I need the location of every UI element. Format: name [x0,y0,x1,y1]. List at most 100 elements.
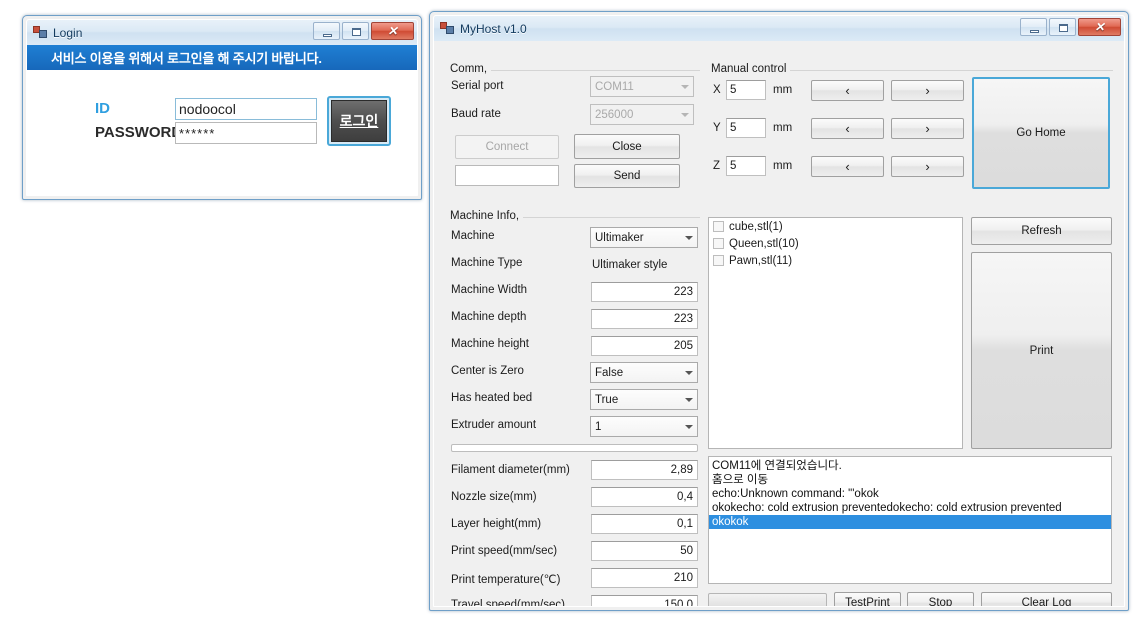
axis-step-input[interactable]: 5 [726,118,766,138]
machine-info-select[interactable]: Ultimaker [590,227,698,248]
maximize-button[interactable] [1049,18,1076,36]
log-line-selected[interactable]: okokok [709,515,1111,529]
machine-info-select[interactable]: True [590,389,698,410]
clear-log-button[interactable]: Clear Log [981,592,1112,606]
file-name: Queen,stl(10) [729,237,799,250]
id-label: ID [95,100,110,117]
machine-info-label: Has heated bed [451,392,533,404]
machine-info-label: Machine height [451,338,529,350]
machine-info-label: Center is Zero [451,365,524,377]
log-line[interactable]: 홈으로 이동 [709,473,1111,487]
minimize-button[interactable] [313,22,340,40]
myhost-window: MyHost v1.0 ✕ Comm, Serial port COM11 Ba… [429,11,1129,611]
axis-step-input[interactable]: 5 [726,80,766,100]
print-button[interactable]: Print [971,252,1112,449]
chevron-down-icon [685,424,693,429]
chevron-down-icon [681,112,689,117]
machine-info-input[interactable]: 223 [591,282,698,302]
login-body: ID PASSWORD 로그인 [27,70,417,195]
axis-decrease-button[interactable]: ‹ [811,118,884,139]
baud-rate-value: 256000 [595,108,634,121]
test-print-button[interactable]: TestPrint [834,592,901,606]
baud-rate-label: Baud rate [451,108,501,120]
stop-button[interactable]: Stop [907,592,974,606]
comm-group: Comm, Serial port COM11 Baud rate 256000… [450,63,700,200]
myhost-body: Comm, Serial port COM11 Baud rate 256000… [434,41,1124,606]
id-row: ID [95,100,110,117]
send-button[interactable]: Send [574,164,680,188]
file-checkbox[interactable] [713,238,724,249]
close-icon: ✕ [387,24,398,38]
minimize-icon [323,34,332,37]
password-row: PASSWORD [95,124,182,141]
close-button[interactable]: ✕ [1078,18,1121,36]
screen: Login ✕ 서비스 이용을 위해서 로그인을 해 주시기 바랍니다. ID … [0,0,1133,620]
chevron-down-icon [685,235,693,240]
log-console[interactable]: COM11에 연결되었습니다. 홈으로 이동 echo:Unknown comman… [708,456,1112,584]
file-list-item[interactable]: Queen,stl(10) [709,235,962,252]
machine-info-select[interactable]: False [590,362,698,383]
setting-label: Print speed(mm/sec) [451,545,558,557]
setting-input[interactable]: 2,89 [591,460,698,480]
file-list[interactable]: cube,stl(1) Queen,stl(10) Pawn,stl(11) [708,217,963,449]
log-line[interactable]: COM11에 연결되었습니다. [709,459,1111,473]
file-checkbox[interactable] [713,255,724,266]
axis-increase-button[interactable]: › [891,156,964,177]
file-checkbox[interactable] [713,221,724,232]
chevron-down-icon [685,397,693,402]
file-list-item[interactable]: Pawn,stl(11) [709,252,962,269]
setting-input[interactable]: 50 [591,541,698,561]
serial-port-value: COM11 [595,80,634,93]
axis-label: X [713,84,721,96]
serial-port-select[interactable]: COM11 [590,76,694,97]
comm-group-caption: Comm, [450,63,492,75]
axis-decrease-button[interactable]: ‹ [811,156,884,177]
axis-unit-label: mm [773,122,793,134]
app-icon [33,25,48,40]
myhost-window-inner: MyHost v1.0 ✕ Comm, Serial port COM11 Ba… [433,15,1125,607]
log-line[interactable]: echo:Unknown command: "'okok [709,487,1111,501]
axis-decrease-button[interactable]: ‹ [811,80,884,101]
machine-info-input[interactable]: 223 [591,309,698,329]
axis-step-input[interactable]: 5 [726,156,766,176]
connect-button[interactable]: Connect [455,135,559,159]
close-button[interactable]: ✕ [371,22,414,40]
machine-type-value: Ultimaker style [592,258,668,271]
serial-port-label: Serial port [451,80,504,92]
close-icon: ✕ [1094,20,1105,34]
setting-input[interactable]: 210 [591,568,698,588]
login-window-controls: ✕ [313,22,414,40]
machine-info-input[interactable]: 205 [591,336,698,356]
refresh-button[interactable]: Refresh [971,217,1112,245]
password-input[interactable] [175,122,317,144]
machine-info-caption: Machine Info, [450,210,524,222]
setting-input[interactable]: 0,4 [591,487,698,507]
go-home-button[interactable]: Go Home [972,77,1110,189]
login-button[interactable]: 로그인 [331,100,387,142]
setting-label: Filament diameter(mm) [451,464,570,476]
close-connection-button[interactable]: Close [574,134,680,159]
file-list-items: cube,stl(1) Queen,stl(10) Pawn,stl(11) [709,218,962,269]
print-progress-bar [708,593,827,606]
machine-info-label: Machine [451,230,495,242]
axis-increase-button[interactable]: › [891,118,964,139]
log-line[interactable]: okokecho: cold extrusion preventedokecho… [709,501,1111,515]
setting-label: Layer height(mm) [451,518,542,530]
axis-increase-button[interactable]: › [891,80,964,101]
machine-info-select[interactable]: 1 [590,416,698,437]
axis-unit-label: mm [773,84,793,96]
machine-info-label: Machine Type [451,257,523,269]
maximize-button[interactable] [342,22,369,40]
id-input[interactable] [175,98,317,120]
app-icon [440,21,455,36]
setting-input[interactable]: 150,0 [591,595,698,606]
file-list-item[interactable]: cube,stl(1) [709,218,962,235]
setting-input[interactable]: 0,1 [591,514,698,534]
file-name: cube,stl(1) [729,220,783,233]
minimize-button[interactable] [1020,18,1047,36]
axis-label: Y [713,122,721,134]
send-command-input[interactable] [455,165,559,186]
chevron-down-icon [685,370,693,375]
setting-label: Nozzle size(mm) [451,491,537,503]
baud-rate-select[interactable]: 256000 [590,104,694,125]
